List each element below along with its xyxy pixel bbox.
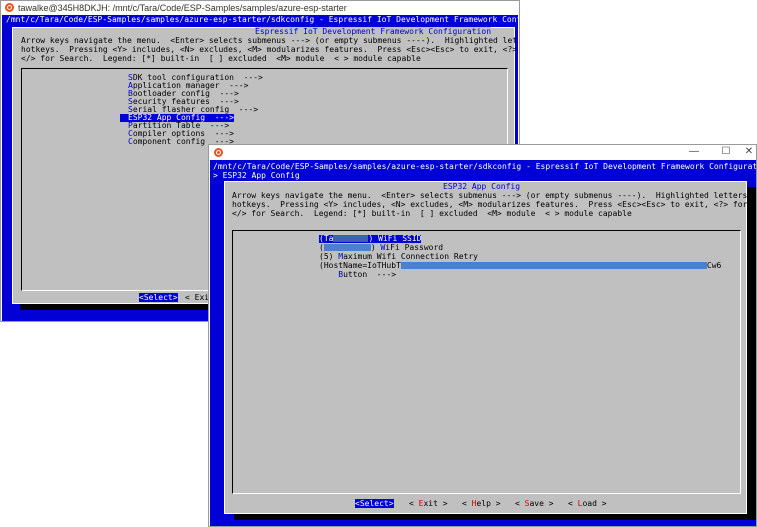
title-bar[interactable]: tawalke@345H8DKJH: /mnt/c/Tara/Code/ESP-… [1,1,519,15]
breadcrumb: > ESP32 App Config [213,171,300,180]
minimize-button[interactable]: — [687,145,701,159]
config-path-line: /mnt/c/Tara/Code/ESP-Samples/samples/azu… [213,162,756,171]
menu-box: (Ta) WiFi SSID () WiFi Password (5) Maxi… [232,230,741,494]
ubuntu-icon [214,148,223,157]
button-bar: <Select> < Exit > < Help > < Save > < Lo… [225,499,746,508]
exit-button[interactable]: < Exi [185,293,209,302]
maximize-button[interactable]: ☐ [719,145,733,159]
redacted-value [400,262,707,269]
terminal-area[interactable]: /mnt/c/Tara/Code/ESP-Samples/samples/azu… [210,160,756,526]
dialog-shadow-right [747,187,756,514]
menu-item-wifi-ssid[interactable]: (Ta) WiFi SSID [319,235,422,243]
help-line-3: </> for Search. Legend: [*] built-in [ ]… [232,209,632,218]
terminal-window-front[interactable]: — ☐ ✕ /mnt/c/Tara/Code/ESP-Samples/sampl… [208,144,757,527]
help-line-2: hotkeys. Pressing <Y> includes, <N> excl… [21,45,518,54]
help-line-1: Arrow keys navigate the menu. <Enter> se… [232,191,756,200]
redacted-value [333,235,369,242]
load-button[interactable]: < Load > [568,499,607,508]
help-button[interactable]: < Help > [462,499,501,508]
dialog-title: Espressif IoT Development Framework Conf… [255,27,492,36]
ubuntu-icon [5,3,14,12]
config-dialog: ESP32 App Config Arrow keys navigate the… [224,181,756,514]
menu-item-button[interactable]: Button ---> [319,271,396,279]
menu-item-connection-string[interactable]: (HostName=IoTHubT Cw6 [319,262,721,270]
title-bar[interactable]: — ☐ ✕ [209,145,756,160]
redacted-value [323,244,371,251]
save-button[interactable]: < Save > [515,499,554,508]
exit-button[interactable]: < Exit > [409,499,448,508]
close-button[interactable]: ✕ [742,145,756,159]
config-path-line: /mnt/c/Tara/Code/ESP-Samples/samples/azu… [6,15,518,24]
window-title: tawalke@345H8DKJH: /mnt/c/Tara/Code/ESP-… [18,3,347,13]
menu-item-max-retry[interactable]: (5) Maximum Wifi Connection Retry [319,253,478,261]
help-line-2: hotkeys. Pressing <Y> includes, <N> excl… [232,200,756,209]
select-button[interactable]: <Select> [139,293,178,302]
help-line-3: </> for Search. Legend: [*] built-in [ ]… [21,54,421,63]
dialog-title: ESP32 App Config [443,182,521,191]
help-line-1: Arrow keys navigate the menu. <Enter> se… [21,36,518,45]
menu-item-wifi-password[interactable]: () WiFi Password [319,244,443,252]
select-button[interactable]: <Select> [355,499,394,508]
